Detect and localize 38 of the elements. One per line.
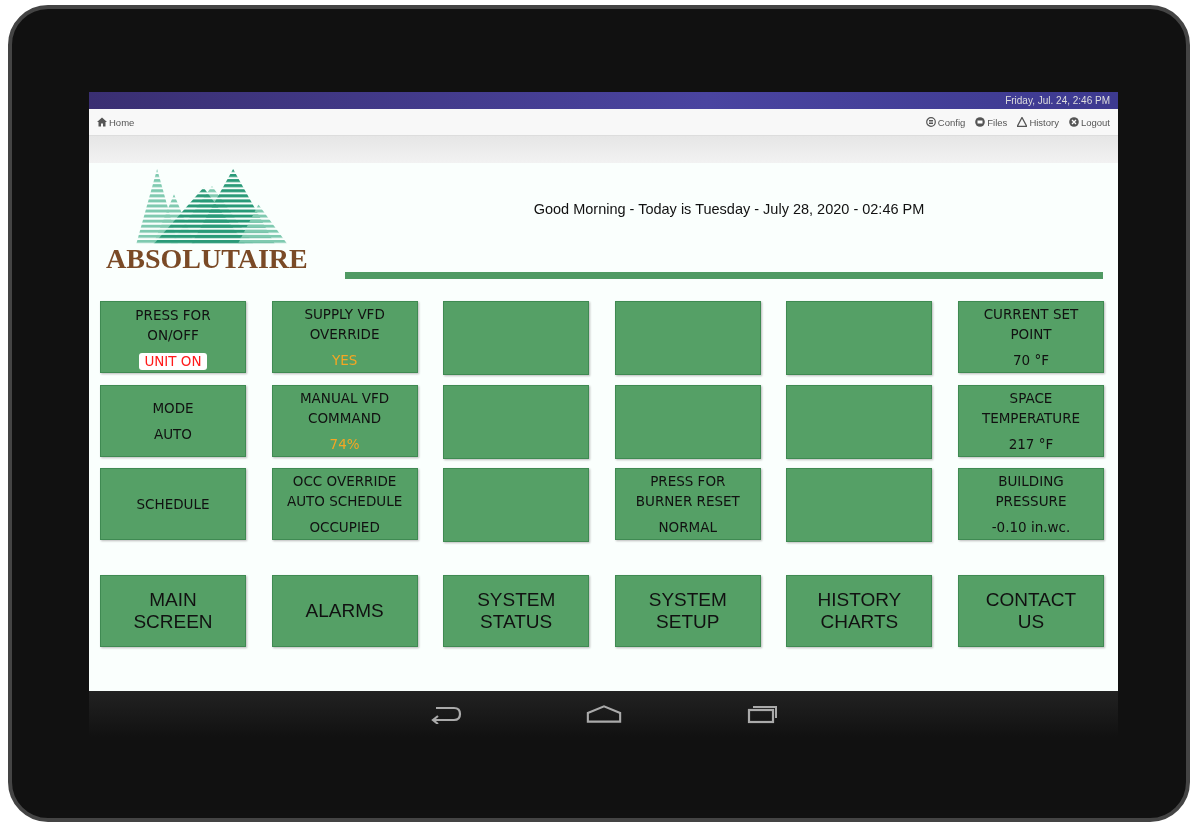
- tile-value: NORMAL: [658, 518, 718, 537]
- close-icon: [1068, 117, 1079, 127]
- menu-button[interactable]: ALARMS: [271, 575, 418, 647]
- greeting-text: Good Morning - Today is Tuesday - July 28, 2020 - 02:46 PM: [532, 201, 926, 217]
- tile-value: AUTO: [154, 424, 192, 444]
- tile-value: UNIT ON: [139, 352, 207, 370]
- control-tile[interactable]: PRESS FOR ON/OFF UNIT ON: [100, 301, 246, 373]
- menu-button[interactable]: HISTORY CHARTS: [786, 575, 933, 647]
- logo-text: ABSOLUTAIRE: [106, 243, 308, 275]
- control-tile[interactable]: SPACE TEMPERATURE 217 °F: [957, 384, 1104, 457]
- home-icon[interactable]: [584, 704, 623, 724]
- control-tile[interactable]: MANUAL VFD COMMAND 74%: [271, 384, 418, 457]
- house-icon: [97, 117, 107, 127]
- tile-value: -0.10 in.wc.: [991, 518, 1071, 537]
- menu-button[interactable]: SYSTEM STATUS: [443, 575, 590, 647]
- status-datetime: Friday, Jul. 24, 2:46 PM: [1005, 95, 1110, 106]
- tile-value: 70 °F: [1012, 351, 1049, 370]
- control-tile[interactable]: MODE AUTO: [100, 384, 246, 457]
- tile-value: YES: [331, 351, 358, 370]
- tile-value: OCCUPIED: [309, 518, 380, 537]
- home-link[interactable]: Home: [95, 116, 137, 128]
- control-tile[interactable]: BUILDING PRESSURE -0.10 in.wc.: [957, 468, 1104, 540]
- list-icon: [925, 117, 936, 127]
- menu-button[interactable]: CONTACT US: [957, 575, 1104, 647]
- menu-button[interactable]: SYSTEM SETUP: [614, 575, 761, 647]
- toolbar-link[interactable]: Config: [923, 116, 968, 128]
- warning-icon: [1017, 117, 1028, 127]
- control-tile[interactable]: SUPPLY VFD OVERRIDE YES: [271, 301, 418, 373]
- control-tile[interactable]: PRESS FOR BURNER RESET NORMAL: [614, 468, 761, 540]
- tile-value: 74%: [329, 434, 360, 454]
- toolbar-link[interactable]: Files: [973, 116, 1010, 128]
- tile-value: 217 °F: [1008, 434, 1054, 454]
- toolbar-link[interactable]: History: [1015, 116, 1061, 128]
- control-tile[interactable]: SCHEDULE: [100, 468, 246, 540]
- menu-button[interactable]: MAIN SCREEN: [100, 575, 246, 647]
- toolbar-link[interactable]: Logout: [1066, 116, 1112, 128]
- control-tile[interactable]: CURRENT SET POINT 70 °F: [957, 301, 1104, 373]
- control-tile[interactable]: OCC OVERRIDE AUTO SCHEDULE OCCUPIED: [271, 468, 418, 540]
